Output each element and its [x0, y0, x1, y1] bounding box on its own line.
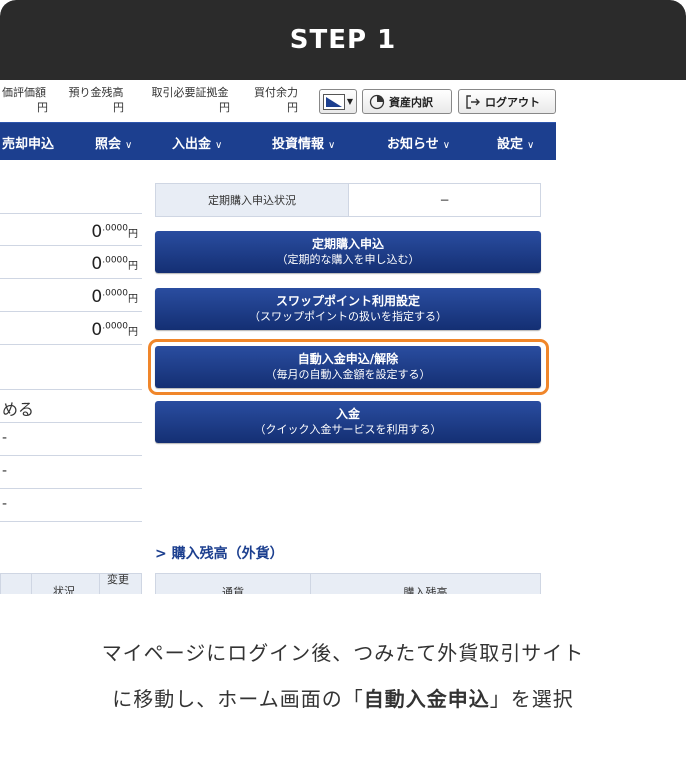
step-title: STEP 1 — [289, 25, 397, 55]
table-row: 0.0000円 — [0, 246, 142, 279]
column-header-change: 変更 — [107, 573, 129, 586]
highlight-frame — [148, 339, 549, 395]
divider — [31, 574, 32, 594]
subscription-status: 定期購入申込状況 − — [155, 183, 541, 217]
amount-dec: .0000 — [102, 223, 128, 234]
chart-icon — [323, 93, 345, 110]
info-deposit-unit: 円 — [113, 101, 124, 114]
amount-unit: 円 — [128, 261, 138, 272]
amount-int: 0 — [91, 320, 103, 340]
info-valuation-unit: 円 — [37, 101, 48, 114]
nav-inquiry[interactable]: 照会 ∨ — [95, 133, 132, 152]
step-header: STEP 1 — [0, 0, 686, 80]
amount-dec: .0000 — [102, 321, 128, 332]
chevron-down-icon: ∨ — [125, 140, 133, 151]
pie-chart-icon — [369, 94, 385, 109]
amount-unit: 円 — [128, 294, 138, 305]
instruction-caption: マイページにログイン後、つみたて外貨取引サイト に移動し、ホーム画面の「自動入金… — [0, 630, 686, 722]
logout-button[interactable]: ログアウト — [458, 89, 556, 114]
amount-value: 0.0000円 — [91, 222, 138, 242]
info-valuation-label: 価評価額 — [2, 86, 46, 99]
table-row: - — [0, 456, 142, 489]
swap-point-title: スワップポイント利用設定 — [275, 294, 420, 308]
nav-deposit-withdraw-label: 入出金 — [172, 137, 212, 152]
divider — [99, 574, 100, 594]
column-header-balance: 購入残高 — [403, 586, 448, 594]
deposit-sub: （クイック入金サービスを利用する） — [254, 423, 442, 436]
chart-toggle-button[interactable]: ▼ — [319, 89, 357, 114]
periodic-purchase-title: 定期購入申込 — [311, 237, 384, 251]
asset-breakdown-label: 資産内訳 — [389, 95, 433, 109]
step-card: STEP 1 価評価額 円 預り金残高 円 取引必要証拠金 円 買付余力 円 ▼… — [0, 0, 686, 594]
table-row: 0.0000円 — [0, 279, 142, 312]
logout-icon — [466, 94, 480, 109]
main-nav: 売却申込 照会 ∨ 入出金 ∨ 投資情報 ∨ お知らせ ∨ 設定 ∨ — [0, 122, 556, 160]
chevron-down-icon: ∨ — [442, 140, 451, 151]
caption-line-2-pre: に移動し、ホーム画面の「 — [112, 687, 364, 711]
caption-line-1: マイページにログイン後、つみたて外貨取引サイト — [101, 641, 585, 665]
amount-value: 0.0000円 — [91, 254, 138, 274]
nav-settings[interactable]: 設定 ∨ — [497, 133, 534, 152]
deposit-title: 入金 — [335, 407, 360, 421]
nav-sell-order[interactable]: 売却申込 — [2, 133, 54, 152]
amount-int: 0 — [91, 287, 103, 307]
caption-line-2-post: 」を選択 — [489, 687, 574, 711]
amount-unit: 円 — [128, 327, 138, 338]
chevron-down-icon: ▼ — [346, 97, 353, 106]
nav-sell-order-label: 売却申込 — [2, 137, 55, 152]
amount-int: 0 — [91, 222, 103, 242]
balance-table: 0.0000円 0.0000円 0.0000円 0.0000円 める - - - — [0, 213, 142, 522]
info-deposit: 預り金残高 円 — [62, 85, 130, 115]
caption-line-2: に移動し、ホーム画面の「自動入金申込」を選択 — [0, 676, 686, 722]
amount-unit: 円 — [128, 229, 138, 240]
deposit-button[interactable]: 入金 （クイック入金サービスを利用する） — [155, 401, 541, 443]
nav-deposit-withdraw[interactable]: 入出金 ∨ — [172, 133, 222, 152]
amount-dec: .0000 — [102, 288, 128, 299]
info-buying-power-label: 買付余力 — [254, 86, 298, 99]
info-buying-power-unit: 円 — [287, 101, 298, 114]
screenshot-area: 価評価額 円 預り金残高 円 取引必要証拠金 円 買付余力 円 ▼ 資産内訳 ロ… — [0, 80, 686, 594]
chevron-down-icon: ∨ — [328, 140, 336, 151]
info-margin: 取引必要証拠金 円 — [144, 85, 236, 115]
periodic-purchase-button[interactable]: 定期購入申込 （定期的な購入を申し込む） — [155, 231, 541, 273]
info-margin-label: 取引必要証拠金 — [151, 86, 229, 99]
swap-point-sub: （スワップポイントの扱いを指定する） — [249, 310, 447, 323]
info-deposit-label: 預り金残高 — [68, 86, 124, 99]
table-row-label: める — [0, 390, 142, 423]
left-lower-header: 状況 変更 — [0, 573, 142, 594]
amount-dec: .0000 — [102, 255, 128, 266]
amount-value: 0.0000円 — [91, 287, 138, 307]
table-row: - — [0, 489, 142, 522]
account-info-bar: 価評価額 円 預り金残高 円 取引必要証拠金 円 買付余力 円 ▼ 資産内訳 ロ… — [0, 80, 560, 122]
table-row: 0.0000円 — [0, 213, 142, 246]
table-row: - — [0, 423, 142, 456]
info-buying-power: 買付余力 円 — [248, 85, 304, 115]
nav-inquiry-label: 照会 — [95, 137, 122, 152]
swap-point-settings-button[interactable]: スワップポイント利用設定 （スワップポイントの扱いを指定する） — [155, 288, 541, 330]
column-header-status: 状況 — [53, 585, 75, 594]
info-valuation: 価評価額 円 — [0, 85, 54, 115]
table-row: 0.0000円 — [0, 312, 142, 345]
logout-label: ログアウト — [485, 95, 540, 109]
caption-emphasis: 自動入金申込 — [363, 687, 490, 711]
info-margin-unit: 円 — [219, 101, 230, 114]
amount-int: 0 — [91, 254, 103, 274]
nav-notices[interactable]: お知らせ ∨ — [387, 133, 450, 152]
column-header-currency: 通貨 — [156, 574, 311, 594]
nav-investment-info-label: 投資情報 — [272, 137, 325, 152]
amount-value: 0.0000円 — [91, 320, 138, 340]
purchase-balance-table-header: 通貨 購入残高 — [155, 573, 541, 594]
nav-investment-info[interactable]: 投資情報 ∨ — [272, 133, 335, 152]
asset-breakdown-button[interactable]: 資産内訳 — [362, 89, 452, 114]
table-row — [0, 345, 142, 390]
purchase-balance-heading: > 購入残高（外貨） — [155, 546, 284, 562]
subscription-status-value: − — [439, 193, 450, 207]
periodic-purchase-sub: （定期的な購入を申し込む） — [276, 253, 420, 266]
chevron-down-icon: ∨ — [215, 140, 223, 151]
nav-notices-label: お知らせ — [387, 137, 439, 152]
nav-settings-label: 設定 — [497, 137, 524, 152]
chevron-down-icon: ∨ — [527, 140, 535, 151]
subscription-status-label: 定期購入申込状況 — [156, 184, 349, 216]
